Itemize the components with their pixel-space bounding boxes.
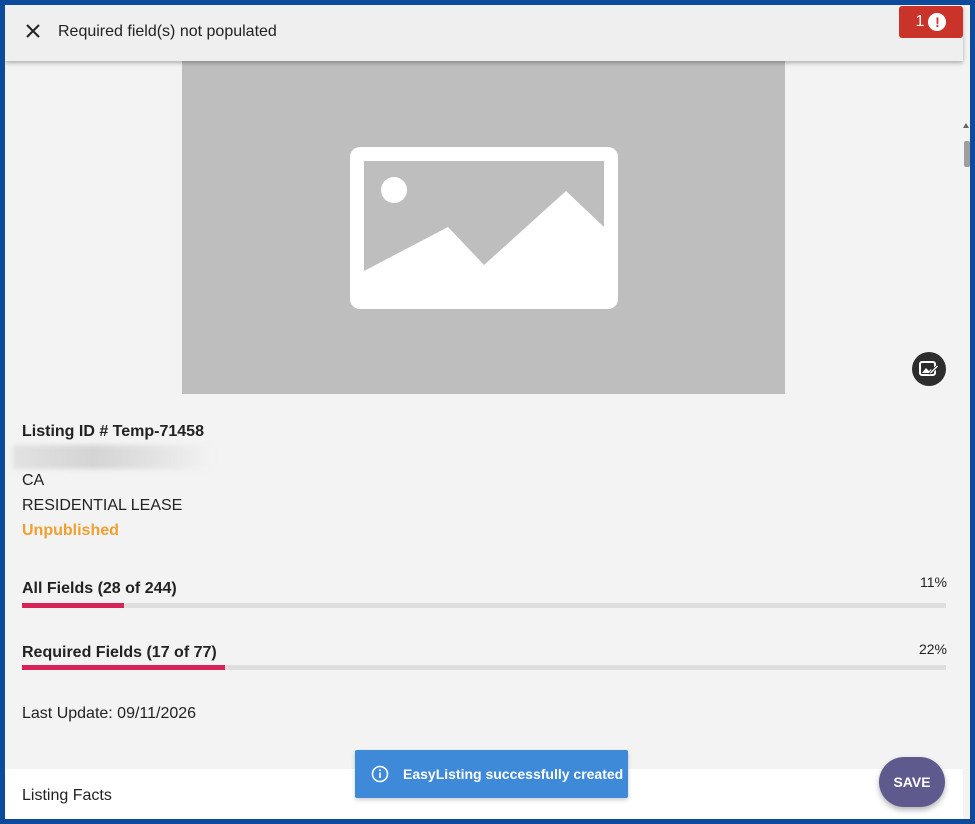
listing-photo-placeholder — [182, 61, 785, 394]
scroll-up-arrow-icon[interactable] — [963, 123, 969, 128]
listing-state: CA — [22, 472, 45, 489]
scrollbar[interactable] — [963, 61, 970, 819]
all-fields-percent: 11% — [920, 574, 947, 590]
required-fields-label: Required Fields (17 of 77) — [22, 644, 217, 661]
info-icon — [371, 765, 389, 783]
all-fields-label: All Fields (28 of 244) — [22, 580, 177, 597]
required-fields-progress-bar — [22, 665, 946, 670]
exclamation-circle-icon: ! — [928, 13, 947, 31]
listing-facts-label[interactable]: Listing Facts — [22, 787, 112, 805]
app-frame: Required field(s) not populated 1 ! List… — [5, 5, 970, 819]
last-update: Last Update: 09/11/2026 — [22, 705, 197, 722]
required-fields-progress-fill — [22, 665, 226, 670]
listing-status: Unpublished — [22, 522, 119, 539]
redacted-address — [13, 445, 213, 469]
close-icon[interactable] — [21, 19, 45, 43]
success-toast: EasyListing successfully created — [355, 750, 628, 798]
required-fields-percent: 22% — [918, 641, 947, 657]
all-fields-progress-fill — [22, 603, 124, 608]
toast-message: EasyListing successfully created — [403, 766, 624, 782]
image-placeholder-icon — [349, 146, 618, 309]
error-count: 1 — [915, 13, 925, 30]
error-count-button[interactable]: 1 ! — [899, 6, 963, 38]
header-title: Required field(s) not populated — [58, 23, 277, 40]
all-fields-progress-bar — [22, 603, 946, 608]
listing-id: Listing ID # Temp-71458 — [22, 423, 204, 440]
property-type: RESIDENTIAL LEASE — [22, 497, 183, 514]
scrollbar-thumb[interactable] — [964, 141, 970, 167]
save-button[interactable]: SAVE — [879, 757, 945, 807]
edit-photo-icon[interactable] — [912, 352, 946, 386]
notification-header: Required field(s) not populated 1 ! — [5, 5, 963, 61]
